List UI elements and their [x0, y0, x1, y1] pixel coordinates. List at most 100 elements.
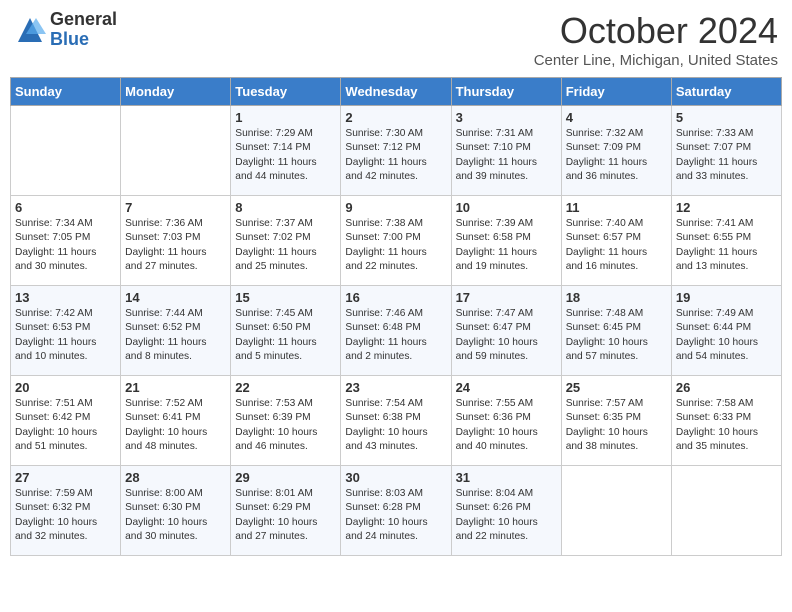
day-info: Sunrise: 8:04 AM Sunset: 6:26 PM Dayligh… — [456, 487, 557, 544]
day-info: Sunrise: 7:30 AM Sunset: 7:12 PM Dayligh… — [345, 127, 446, 184]
day-number: 30 — [345, 470, 446, 485]
day-info: Sunrise: 7:59 AM Sunset: 6:32 PM Dayligh… — [15, 487, 116, 544]
day-header-friday: Friday — [561, 78, 671, 106]
day-info: Sunrise: 7:39 AM Sunset: 6:58 PM Dayligh… — [456, 217, 557, 274]
calendar-cell: 11Sunrise: 7:40 AM Sunset: 6:57 PM Dayli… — [561, 196, 671, 286]
calendar-cell: 6 Sunrise: 7:34 AM Sunset: 7:05 PM Daylig… — [11, 196, 121, 286]
calendar-cell: 3 Sunrise: 7:31 AM Sunset: 7:10 PM Daylig… — [451, 106, 561, 196]
day-info: Sunrise: 7:54 AM Sunset: 6:38 PM Dayligh… — [345, 397, 446, 454]
calendar-cell: 1 Sunrise: 7:29 AM Sunset: 7:14 PM Daylig… — [231, 106, 341, 196]
day-number: 13 — [15, 290, 116, 305]
calendar-cell: 21 Sunrise: 7:52 AM Sunset: 6:41 PM Dayli… — [121, 376, 231, 466]
day-number: 20 — [15, 380, 116, 395]
calendar-cell: 25Sunrise: 7:57 AM Sunset: 6:35 PM Dayli… — [561, 376, 671, 466]
day-info: Sunrise: 7:34 AM Sunset: 7:05 PM Dayligh… — [15, 217, 116, 274]
calendar-week-row: 1 Sunrise: 7:29 AM Sunset: 7:14 PM Daylig… — [11, 106, 782, 196]
calendar-cell: 26 Sunrise: 7:58 AM Sunset: 6:33 PM Dayli… — [671, 376, 781, 466]
day-info: Sunrise: 7:52 AM Sunset: 6:41 PM Dayligh… — [125, 397, 226, 454]
calendar-cell: 14 Sunrise: 7:44 AM Sunset: 6:52 PM Dayli… — [121, 286, 231, 376]
day-number: 21 — [125, 380, 226, 395]
day-info: Sunrise: 8:00 AM Sunset: 6:30 PM Dayligh… — [125, 487, 226, 544]
day-number: 1 — [235, 110, 336, 125]
day-header-tuesday: Tuesday — [231, 78, 341, 106]
day-info: Sunrise: 7:41 AM Sunset: 6:55 PM Dayligh… — [676, 217, 777, 274]
calendar-cell: 8 Sunrise: 7:37 AM Sunset: 7:02 PM Daylig… — [231, 196, 341, 286]
day-number: 8 — [235, 200, 336, 215]
day-info: Sunrise: 7:33 AM Sunset: 7:07 PM Dayligh… — [676, 127, 777, 184]
day-number: 26 — [676, 380, 777, 395]
page-header: General Blue October 2024 Center Line, M… — [10, 10, 782, 69]
day-number: 31 — [456, 470, 557, 485]
day-info: Sunrise: 7:31 AM Sunset: 7:10 PM Dayligh… — [456, 127, 557, 184]
day-number: 3 — [456, 110, 557, 125]
logo-icon — [14, 14, 46, 46]
calendar-cell: 18Sunrise: 7:48 AM Sunset: 6:45 PM Dayli… — [561, 286, 671, 376]
day-number: 25 — [566, 380, 667, 395]
day-info: Sunrise: 7:49 AM Sunset: 6:44 PM Dayligh… — [676, 307, 777, 364]
calendar-cell: 19 Sunrise: 7:49 AM Sunset: 6:44 PM Dayli… — [671, 286, 781, 376]
day-number: 16 — [345, 290, 446, 305]
calendar-week-row: 13 Sunrise: 7:42 AM Sunset: 6:53 PM Dayli… — [11, 286, 782, 376]
day-number: 14 — [125, 290, 226, 305]
day-info: Sunrise: 7:58 AM Sunset: 6:33 PM Dayligh… — [676, 397, 777, 454]
day-number: 27 — [15, 470, 116, 485]
day-number: 9 — [345, 200, 446, 215]
day-number: 12 — [676, 200, 777, 215]
day-info: Sunrise: 7:55 AM Sunset: 6:36 PM Dayligh… — [456, 397, 557, 454]
day-info: Sunrise: 7:29 AM Sunset: 7:14 PM Dayligh… — [235, 127, 336, 184]
day-info: Sunrise: 7:32 AM Sunset: 7:09 PM Dayligh… — [566, 127, 667, 184]
day-info: Sunrise: 7:36 AM Sunset: 7:03 PM Dayligh… — [125, 217, 226, 274]
calendar-cell: 31 Sunrise: 8:04 AM Sunset: 6:26 PM Dayli… — [451, 466, 561, 556]
calendar-cell — [121, 106, 231, 196]
day-info: Sunrise: 8:03 AM Sunset: 6:28 PM Dayligh… — [345, 487, 446, 544]
calendar-cell: 16Sunrise: 7:46 AM Sunset: 6:48 PM Dayli… — [341, 286, 451, 376]
calendar-cell: 22 Sunrise: 7:53 AM Sunset: 6:39 PM Dayli… — [231, 376, 341, 466]
day-number: 24 — [456, 380, 557, 395]
day-header-sunday: Sunday — [11, 78, 121, 106]
day-header-saturday: Saturday — [671, 78, 781, 106]
day-number: 18 — [566, 290, 667, 305]
calendar-cell: 7Sunrise: 7:36 AM Sunset: 7:03 PM Daylig… — [121, 196, 231, 286]
day-info: Sunrise: 8:01 AM Sunset: 6:29 PM Dayligh… — [235, 487, 336, 544]
calendar-cell: 13 Sunrise: 7:42 AM Sunset: 6:53 PM Dayli… — [11, 286, 121, 376]
calendar-cell: 20 Sunrise: 7:51 AM Sunset: 6:42 PM Dayli… — [11, 376, 121, 466]
day-number: 23 — [345, 380, 446, 395]
day-info: Sunrise: 7:45 AM Sunset: 6:50 PM Dayligh… — [235, 307, 336, 364]
calendar-cell: 23 Sunrise: 7:54 AM Sunset: 6:38 PM Dayli… — [341, 376, 451, 466]
calendar-cell: 27 Sunrise: 7:59 AM Sunset: 6:32 PM Dayli… — [11, 466, 121, 556]
day-number: 19 — [676, 290, 777, 305]
day-number: 29 — [235, 470, 336, 485]
calendar-cell: 30 Sunrise: 8:03 AM Sunset: 6:28 PM Dayli… — [341, 466, 451, 556]
day-header-thursday: Thursday — [451, 78, 561, 106]
logo-blue: Blue — [50, 30, 117, 50]
calendar-cell: 24 Sunrise: 7:55 AM Sunset: 6:36 PM Dayli… — [451, 376, 561, 466]
calendar-cell — [671, 466, 781, 556]
day-number: 17 — [456, 290, 557, 305]
day-info: Sunrise: 7:38 AM Sunset: 7:00 PM Dayligh… — [345, 217, 446, 274]
day-number: 22 — [235, 380, 336, 395]
day-info: Sunrise: 7:51 AM Sunset: 6:42 PM Dayligh… — [15, 397, 116, 454]
calendar-header-row: SundayMondayTuesdayWednesdayThursdayFrid… — [11, 78, 782, 106]
calendar-week-row: 27 Sunrise: 7:59 AM Sunset: 6:32 PM Dayli… — [11, 466, 782, 556]
day-info: Sunrise: 7:44 AM Sunset: 6:52 PM Dayligh… — [125, 307, 226, 364]
day-header-wednesday: Wednesday — [341, 78, 451, 106]
day-info: Sunrise: 7:37 AM Sunset: 7:02 PM Dayligh… — [235, 217, 336, 274]
calendar-cell: 28Sunrise: 8:00 AM Sunset: 6:30 PM Dayli… — [121, 466, 231, 556]
calendar-cell: 10 Sunrise: 7:39 AM Sunset: 6:58 PM Dayli… — [451, 196, 561, 286]
title-section: October 2024 Center Line, Michigan, Unit… — [534, 10, 778, 69]
logo-general: General — [50, 10, 117, 30]
day-header-monday: Monday — [121, 78, 231, 106]
day-info: Sunrise: 7:53 AM Sunset: 6:39 PM Dayligh… — [235, 397, 336, 454]
day-number: 6 — [15, 200, 116, 215]
day-number: 2 — [345, 110, 446, 125]
day-info: Sunrise: 7:40 AM Sunset: 6:57 PM Dayligh… — [566, 217, 667, 274]
calendar: SundayMondayTuesdayWednesdayThursdayFrid… — [10, 77, 782, 556]
calendar-cell: 12 Sunrise: 7:41 AM Sunset: 6:55 PM Dayli… — [671, 196, 781, 286]
calendar-cell: 2 Sunrise: 7:30 AM Sunset: 7:12 PM Daylig… — [341, 106, 451, 196]
logo-text: General Blue — [50, 10, 117, 50]
day-number: 4 — [566, 110, 667, 125]
day-info: Sunrise: 7:42 AM Sunset: 6:53 PM Dayligh… — [15, 307, 116, 364]
day-info: Sunrise: 7:47 AM Sunset: 6:47 PM Dayligh… — [456, 307, 557, 364]
day-number: 10 — [456, 200, 557, 215]
calendar-cell: 17 Sunrise: 7:47 AM Sunset: 6:47 PM Dayli… — [451, 286, 561, 376]
